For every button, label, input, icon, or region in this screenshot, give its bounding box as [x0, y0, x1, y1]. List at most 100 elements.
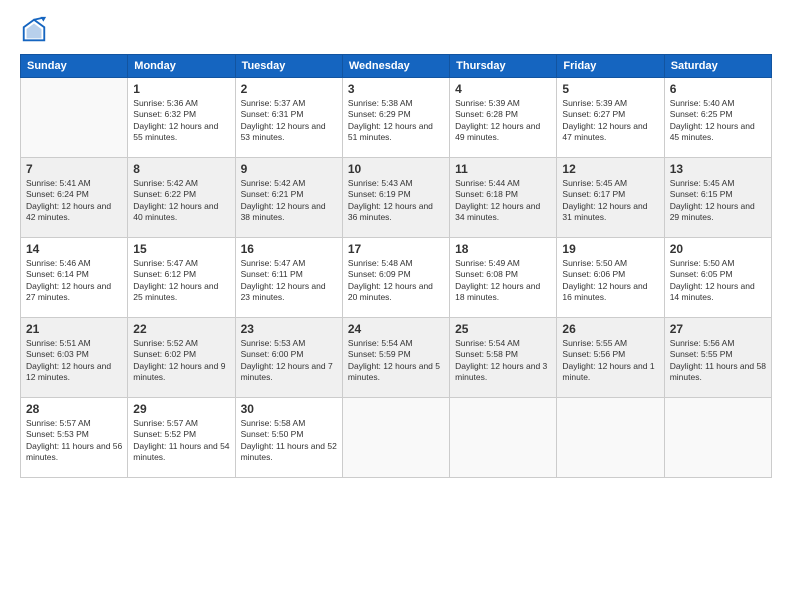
day-number: 9 [241, 162, 337, 176]
calendar-cell: 10 Sunrise: 5:43 AMSunset: 6:19 PMDayligh… [342, 158, 449, 238]
day-number: 19 [562, 242, 658, 256]
day-info: Sunrise: 5:53 AMSunset: 6:00 PMDaylight:… [241, 338, 337, 384]
day-info: Sunrise: 5:36 AMSunset: 6:32 PMDaylight:… [133, 98, 229, 144]
day-number: 7 [26, 162, 122, 176]
day-info: Sunrise: 5:57 AMSunset: 5:53 PMDaylight:… [26, 418, 122, 464]
calendar-cell: 23 Sunrise: 5:53 AMSunset: 6:00 PMDayligh… [235, 318, 342, 398]
calendar-cell: 27 Sunrise: 5:56 AMSunset: 5:55 PMDayligh… [664, 318, 771, 398]
day-info: Sunrise: 5:43 AMSunset: 6:19 PMDaylight:… [348, 178, 444, 224]
day-info: Sunrise: 5:41 AMSunset: 6:24 PMDaylight:… [26, 178, 122, 224]
calendar-cell: 24 Sunrise: 5:54 AMSunset: 5:59 PMDayligh… [342, 318, 449, 398]
calendar-cell: 22 Sunrise: 5:52 AMSunset: 6:02 PMDayligh… [128, 318, 235, 398]
day-number: 6 [670, 82, 766, 96]
calendar-cell [664, 398, 771, 478]
calendar-cell: 7 Sunrise: 5:41 AMSunset: 6:24 PMDaylight… [21, 158, 128, 238]
day-number: 13 [670, 162, 766, 176]
day-number: 26 [562, 322, 658, 336]
day-info: Sunrise: 5:42 AMSunset: 6:21 PMDaylight:… [241, 178, 337, 224]
day-info: Sunrise: 5:54 AMSunset: 5:58 PMDaylight:… [455, 338, 551, 384]
day-info: Sunrise: 5:40 AMSunset: 6:25 PMDaylight:… [670, 98, 766, 144]
calendar-cell: 6 Sunrise: 5:40 AMSunset: 6:25 PMDaylight… [664, 78, 771, 158]
calendar-cell: 11 Sunrise: 5:44 AMSunset: 6:18 PMDayligh… [450, 158, 557, 238]
calendar-col-header: Sunday [21, 55, 128, 78]
day-number: 4 [455, 82, 551, 96]
day-number: 8 [133, 162, 229, 176]
day-info: Sunrise: 5:52 AMSunset: 6:02 PMDaylight:… [133, 338, 229, 384]
calendar-cell: 12 Sunrise: 5:45 AMSunset: 6:17 PMDayligh… [557, 158, 664, 238]
calendar-cell: 13 Sunrise: 5:45 AMSunset: 6:15 PMDayligh… [664, 158, 771, 238]
calendar-col-header: Tuesday [235, 55, 342, 78]
day-info: Sunrise: 5:46 AMSunset: 6:14 PMDaylight:… [26, 258, 122, 304]
day-info: Sunrise: 5:55 AMSunset: 5:56 PMDaylight:… [562, 338, 658, 384]
calendar-cell: 2 Sunrise: 5:37 AMSunset: 6:31 PMDaylight… [235, 78, 342, 158]
day-info: Sunrise: 5:47 AMSunset: 6:12 PMDaylight:… [133, 258, 229, 304]
calendar-cell: 5 Sunrise: 5:39 AMSunset: 6:27 PMDaylight… [557, 78, 664, 158]
day-number: 22 [133, 322, 229, 336]
day-number: 10 [348, 162, 444, 176]
day-info: Sunrise: 5:39 AMSunset: 6:28 PMDaylight:… [455, 98, 551, 144]
calendar-cell [342, 398, 449, 478]
day-number: 5 [562, 82, 658, 96]
calendar-col-header: Wednesday [342, 55, 449, 78]
calendar-cell [450, 398, 557, 478]
day-number: 16 [241, 242, 337, 256]
logo-icon [20, 16, 48, 44]
calendar-week-row: 7 Sunrise: 5:41 AMSunset: 6:24 PMDaylight… [21, 158, 772, 238]
calendar-col-header: Thursday [450, 55, 557, 78]
calendar-cell: 1 Sunrise: 5:36 AMSunset: 6:32 PMDaylight… [128, 78, 235, 158]
calendar-cell: 4 Sunrise: 5:39 AMSunset: 6:28 PMDaylight… [450, 78, 557, 158]
calendar-cell: 18Sunrise: 5:49 AMSunset: 6:08 PMDayligh… [450, 238, 557, 318]
day-info: Sunrise: 5:37 AMSunset: 6:31 PMDaylight:… [241, 98, 337, 144]
day-number: 17 [348, 242, 444, 256]
calendar-cell: 9 Sunrise: 5:42 AMSunset: 6:21 PMDaylight… [235, 158, 342, 238]
day-info: Sunrise: 5:48 AMSunset: 6:09 PMDaylight:… [348, 258, 444, 304]
calendar-header-row: SundayMondayTuesdayWednesdayThursdayFrid… [21, 55, 772, 78]
day-number: 3 [348, 82, 444, 96]
day-info: Sunrise: 5:51 AMSunset: 6:03 PMDaylight:… [26, 338, 122, 384]
day-info: Sunrise: 5:44 AMSunset: 6:18 PMDaylight:… [455, 178, 551, 224]
day-number: 30 [241, 402, 337, 416]
day-number: 27 [670, 322, 766, 336]
page: SundayMondayTuesdayWednesdayThursdayFrid… [0, 0, 792, 612]
calendar-cell: 26 Sunrise: 5:55 AMSunset: 5:56 PMDayligh… [557, 318, 664, 398]
calendar-cell [557, 398, 664, 478]
day-info: Sunrise: 5:45 AMSunset: 6:15 PMDaylight:… [670, 178, 766, 224]
day-info: Sunrise: 5:56 AMSunset: 5:55 PMDaylight:… [670, 338, 766, 384]
calendar-week-row: 21 Sunrise: 5:51 AMSunset: 6:03 PMDayligh… [21, 318, 772, 398]
calendar-cell: 28 Sunrise: 5:57 AMSunset: 5:53 PMDayligh… [21, 398, 128, 478]
logo [20, 16, 52, 44]
day-info: Sunrise: 5:42 AMSunset: 6:22 PMDaylight:… [133, 178, 229, 224]
calendar-week-row: 1 Sunrise: 5:36 AMSunset: 6:32 PMDaylight… [21, 78, 772, 158]
calendar-col-header: Monday [128, 55, 235, 78]
day-info: Sunrise: 5:45 AMSunset: 6:17 PMDaylight:… [562, 178, 658, 224]
day-number: 11 [455, 162, 551, 176]
calendar-cell: 29 Sunrise: 5:57 AMSunset: 5:52 PMDayligh… [128, 398, 235, 478]
day-number: 24 [348, 322, 444, 336]
day-number: 20 [670, 242, 766, 256]
day-info: Sunrise: 5:50 AMSunset: 6:05 PMDaylight:… [670, 258, 766, 304]
day-number: 23 [241, 322, 337, 336]
calendar-week-row: 14Sunrise: 5:46 AMSunset: 6:14 PMDayligh… [21, 238, 772, 318]
day-info: Sunrise: 5:39 AMSunset: 6:27 PMDaylight:… [562, 98, 658, 144]
day-number: 29 [133, 402, 229, 416]
day-info: Sunrise: 5:50 AMSunset: 6:06 PMDaylight:… [562, 258, 658, 304]
day-info: Sunrise: 5:57 AMSunset: 5:52 PMDaylight:… [133, 418, 229, 464]
day-info: Sunrise: 5:54 AMSunset: 5:59 PMDaylight:… [348, 338, 444, 384]
day-info: Sunrise: 5:49 AMSunset: 6:08 PMDaylight:… [455, 258, 551, 304]
day-info: Sunrise: 5:47 AMSunset: 6:11 PMDaylight:… [241, 258, 337, 304]
day-number: 28 [26, 402, 122, 416]
calendar-col-header: Saturday [664, 55, 771, 78]
day-number: 21 [26, 322, 122, 336]
day-number: 1 [133, 82, 229, 96]
calendar-cell: 8 Sunrise: 5:42 AMSunset: 6:22 PMDaylight… [128, 158, 235, 238]
day-info: Sunrise: 5:58 AMSunset: 5:50 PMDaylight:… [241, 418, 337, 464]
day-number: 2 [241, 82, 337, 96]
calendar-cell: 16 Sunrise: 5:47 AMSunset: 6:11 PMDayligh… [235, 238, 342, 318]
day-number: 12 [562, 162, 658, 176]
calendar-cell: 20 Sunrise: 5:50 AMSunset: 6:05 PMDayligh… [664, 238, 771, 318]
calendar-cell: 15Sunrise: 5:47 AMSunset: 6:12 PMDayligh… [128, 238, 235, 318]
calendar-col-header: Friday [557, 55, 664, 78]
calendar-week-row: 28 Sunrise: 5:57 AMSunset: 5:53 PMDayligh… [21, 398, 772, 478]
calendar-cell: 14Sunrise: 5:46 AMSunset: 6:14 PMDayligh… [21, 238, 128, 318]
calendar-cell: 25Sunrise: 5:54 AMSunset: 5:58 PMDayligh… [450, 318, 557, 398]
